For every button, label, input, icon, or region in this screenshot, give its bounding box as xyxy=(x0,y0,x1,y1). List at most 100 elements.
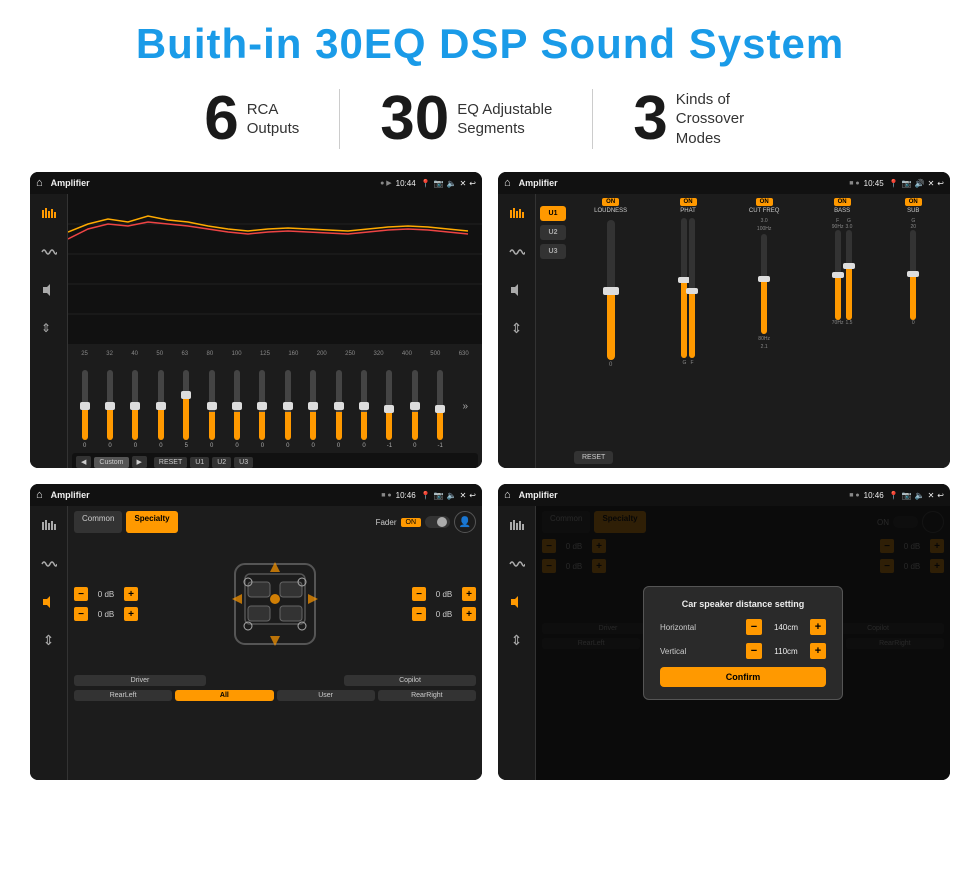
eq-slider-8[interactable]: 0 xyxy=(285,370,291,449)
cutfreq-slider[interactable] xyxy=(761,234,767,334)
horizontal-minus[interactable]: − xyxy=(746,619,762,635)
btn-all[interactable]: All xyxy=(175,690,273,701)
fader-slider-mini[interactable] xyxy=(425,516,450,528)
vol-left-front-plus[interactable]: + xyxy=(124,587,138,601)
sidebar-wave-icon[interactable] xyxy=(37,240,61,264)
stat-crossover-label: Kinds ofCrossover Modes xyxy=(676,90,776,149)
sidebar-speaker-icon-2[interactable] xyxy=(505,278,529,302)
vol-icon-3: 🔈 xyxy=(447,491,457,500)
eq-slider-1[interactable]: 0 xyxy=(107,370,113,449)
sidebar-speaker-icon[interactable] xyxy=(37,278,61,302)
btn-user[interactable]: User xyxy=(277,690,375,701)
fader-person-icon[interactable]: 👤 xyxy=(454,511,476,533)
vertical-label: Vertical xyxy=(660,647,710,656)
vol-right-front-minus[interactable]: − xyxy=(412,587,426,601)
app-title-4: Amplifier xyxy=(519,490,846,500)
sidebar-speaker-icon-3[interactable] xyxy=(37,590,61,614)
eq-slider-2[interactable]: 0 xyxy=(132,370,138,449)
sidebar-eq-icon[interactable] xyxy=(37,202,61,226)
eq-slider-9[interactable]: 0 xyxy=(310,370,316,449)
phat-slider-f[interactable] xyxy=(689,218,695,358)
crossover-main: U1 U2 U3 ON LOUDNESS xyxy=(536,194,950,468)
vol-right-rear-minus[interactable]: − xyxy=(412,607,426,621)
home-icon-1[interactable]: ⌂ xyxy=(36,177,43,189)
sidebar-arrows-icon-3[interactable]: ⇕ xyxy=(37,628,61,652)
preset-u2[interactable]: U2 xyxy=(540,225,566,240)
x-icon-4: ✕ xyxy=(928,491,935,500)
modal-title: Car speaker distance setting xyxy=(660,599,826,609)
speaker-controls: − 0 dB + − 0 dB + xyxy=(74,539,476,669)
eq-u1-btn[interactable]: U1 xyxy=(190,457,209,468)
sidebar-wave-icon-3[interactable] xyxy=(37,552,61,576)
eq-slider-0[interactable]: 0 xyxy=(82,370,88,449)
sidebar-eq-icon-4[interactable] xyxy=(505,514,529,538)
eq-slider-7[interactable]: 0 xyxy=(259,370,265,449)
eq-u3-btn[interactable]: U3 xyxy=(234,457,253,468)
vol-left-rear-plus[interactable]: + xyxy=(124,607,138,621)
sidebar-eq-icon-3[interactable] xyxy=(37,514,61,538)
preset-u1[interactable]: U1 xyxy=(540,206,566,221)
eq-slider-5[interactable]: 0 xyxy=(209,370,215,449)
sidebar-wave-icon-2[interactable] xyxy=(505,240,529,264)
time-2: 10:45 xyxy=(864,179,884,188)
channel-bass: ON BASS F 90Hz xyxy=(832,198,853,445)
tab-common[interactable]: Common xyxy=(74,511,122,533)
horizontal-plus[interactable]: + xyxy=(810,619,826,635)
home-icon-2[interactable]: ⌂ xyxy=(504,177,511,189)
btn-copilot[interactable]: Copilot xyxy=(344,675,476,686)
btn-rearleft[interactable]: RearLeft xyxy=(74,690,172,701)
preset-u3[interactable]: U3 xyxy=(540,244,566,259)
eq-custom-btn[interactable]: Custom xyxy=(94,457,128,468)
status-bar-2: ⌂ Amplifier ■ ● 10:45 📍 📷 🔊 ✕ ↩ xyxy=(498,172,950,194)
tab-specialty[interactable]: Specialty xyxy=(126,511,177,533)
btn-driver[interactable]: Driver xyxy=(74,675,206,686)
bass-slider-f[interactable] xyxy=(835,230,841,320)
bass-slider-g[interactable] xyxy=(846,230,852,320)
fader-tab-row: Common Specialty Fader ON 👤 xyxy=(74,511,476,533)
eq-slider-3[interactable]: 0 xyxy=(158,370,164,449)
cross-reset-btn[interactable]: RESET xyxy=(574,451,613,464)
vertical-minus[interactable]: − xyxy=(746,643,762,659)
eq-slider-12[interactable]: -1 xyxy=(386,370,392,449)
eq-slider-10[interactable]: 0 xyxy=(336,370,342,449)
loudness-slider[interactable] xyxy=(607,220,615,360)
phat-on[interactable]: ON xyxy=(680,198,697,206)
home-icon-3[interactable]: ⌂ xyxy=(36,489,43,501)
sidebar-speaker-icon-4[interactable] xyxy=(505,590,529,614)
fader-on-toggle[interactable]: ON xyxy=(401,518,422,527)
eq-slider-11[interactable]: 0 xyxy=(361,370,367,449)
screen-fader: ⌂ Amplifier ■ ● 10:46 📍 📷 🔈 ✕ ↩ xyxy=(30,484,482,780)
screen-crossover: ⌂ Amplifier ■ ● 10:45 📍 📷 🔊 ✕ ↩ xyxy=(498,172,950,468)
eq-slider-14[interactable]: -1 xyxy=(437,370,443,449)
sidebar-arrows-icon-4[interactable]: ⇕ xyxy=(505,628,529,652)
eq-slider-13[interactable]: 0 xyxy=(412,370,418,449)
vol-right-front-plus[interactable]: + xyxy=(462,587,476,601)
back-icon-3: ↩ xyxy=(469,491,476,500)
time-3: 10:46 xyxy=(396,491,416,500)
eq-prev-btn[interactable]: ◀ xyxy=(76,456,91,468)
vol-right-rear-plus[interactable]: + xyxy=(462,607,476,621)
btn-rearright[interactable]: RearRight xyxy=(378,690,476,701)
vertical-plus[interactable]: + xyxy=(810,643,826,659)
eq-slider-expand[interactable]: » xyxy=(463,401,469,412)
eq-slider-6[interactable]: 0 xyxy=(234,370,240,449)
sub-on[interactable]: ON xyxy=(905,198,922,206)
sidebar-eq-icon-2[interactable] xyxy=(505,202,529,226)
sub-slider-g[interactable] xyxy=(910,230,916,320)
eq-next-btn[interactable]: ▶ xyxy=(132,456,147,468)
cutfreq-on[interactable]: ON xyxy=(756,198,773,206)
vol-left-front-minus[interactable]: − xyxy=(74,587,88,601)
sidebar-arrows-icon[interactable]: ⇕ xyxy=(37,316,61,340)
loudness-on[interactable]: ON xyxy=(602,198,619,206)
bass-on[interactable]: ON xyxy=(834,198,851,206)
home-icon-4[interactable]: ⌂ xyxy=(504,489,511,501)
eq-slider-4[interactable]: 5 xyxy=(183,370,189,449)
eq-bottom-bar: ◀ Custom ▶ RESET U1 U2 U3 xyxy=(72,453,478,468)
eq-u2-btn[interactable]: U2 xyxy=(212,457,231,468)
eq-reset-btn[interactable]: RESET xyxy=(154,457,187,468)
sidebar-wave-icon-4[interactable] xyxy=(505,552,529,576)
eq-chart-svg xyxy=(68,194,482,344)
vol-left-rear-minus[interactable]: − xyxy=(74,607,88,621)
confirm-button[interactable]: Confirm xyxy=(660,667,826,687)
sidebar-arrows-icon-2[interactable]: ⇕ xyxy=(505,316,529,340)
